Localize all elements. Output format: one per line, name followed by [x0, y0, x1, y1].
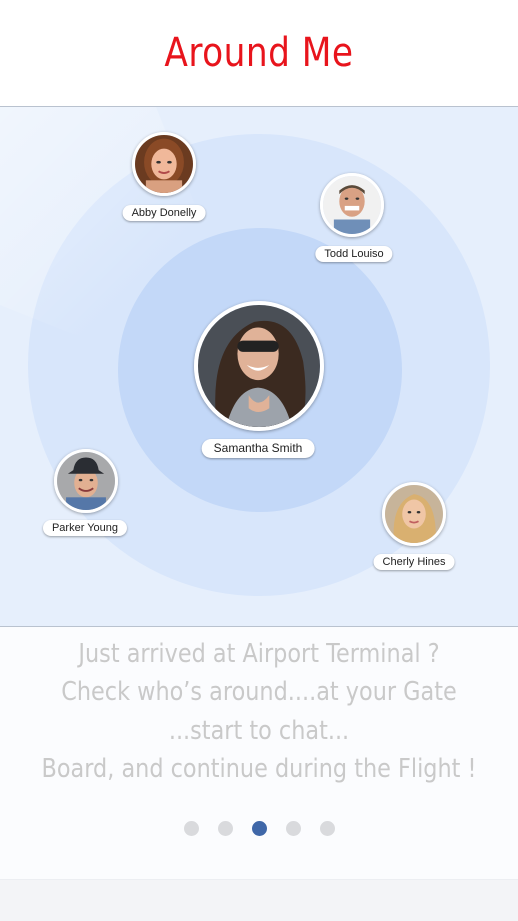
avatar[interactable] — [194, 301, 324, 431]
caption-line: Check who’s around....at your Gate — [61, 677, 457, 707]
person-name-label: Samantha Smith — [201, 439, 315, 458]
person-photo-icon — [135, 135, 193, 193]
onboarding-caption: Just arrived at Airport Terminal ? Check… — [0, 627, 518, 879]
page-dot-active[interactable] — [251, 821, 267, 836]
avatar[interactable] — [320, 173, 384, 237]
caption-line: Board, and continue during the Flight ! — [41, 754, 477, 784]
caption-line: Just arrived at Airport Terminal ? — [78, 639, 440, 669]
page-dot[interactable] — [285, 821, 301, 836]
header: Around Me — [0, 0, 518, 107]
footer-bar — [0, 879, 518, 921]
person-photo-icon — [57, 452, 115, 510]
avatar[interactable] — [54, 449, 118, 513]
radar-view: Abby Donelly Todd Louiso Samantha Smith … — [0, 107, 518, 627]
person-name-label: Parker Young — [42, 520, 128, 536]
person-name-label: Cherly Hines — [373, 554, 455, 570]
caption-line: ...start to chat... — [168, 716, 350, 746]
page-dot[interactable] — [319, 821, 335, 836]
avatar[interactable] — [382, 482, 446, 546]
page-title: Around Me — [164, 30, 354, 76]
person-photo-icon — [385, 485, 443, 543]
person-photo-icon — [323, 176, 381, 234]
page-dot[interactable] — [217, 821, 233, 836]
person-name-label: Todd Louiso — [315, 246, 393, 262]
avatar[interactable] — [132, 132, 196, 196]
page-indicator — [0, 821, 518, 837]
person-name-label: Abby Donelly — [122, 205, 206, 221]
person-photo-icon — [198, 305, 320, 427]
page-dot[interactable] — [183, 821, 199, 836]
